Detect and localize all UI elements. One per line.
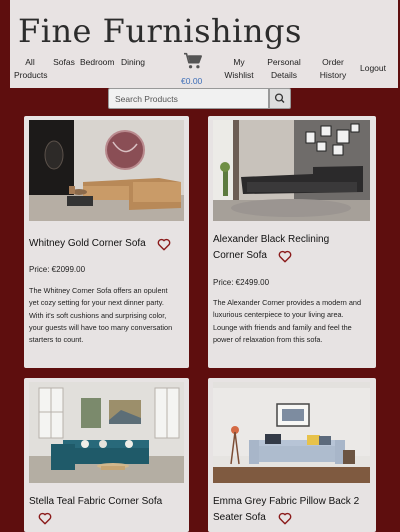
heart-outline-icon[interactable] [38, 512, 52, 525]
shopping-cart-icon [184, 52, 202, 69]
site-header: Fine Furnishings All Products Sofas Bedr… [10, 0, 398, 88]
cart-button[interactable] [182, 52, 204, 75]
nav-my-wishlist[interactable]: My Wishlist [223, 56, 255, 82]
main-nav: All Products Sofas Bedroom Dining My Wis… [10, 52, 398, 86]
heart-outline-icon[interactable] [278, 512, 292, 525]
search-bar [108, 88, 291, 109]
product-card: Whitney Gold Corner Sofa Price: €2099.00… [24, 116, 189, 368]
nav-order-history[interactable]: Order History [316, 56, 350, 82]
nav-dining[interactable]: Dining [119, 56, 147, 69]
site-logo[interactable]: Fine Furnishings [18, 12, 302, 50]
nav-all-products[interactable]: All Products [14, 56, 48, 82]
product-price: Price: €2499.00 [213, 278, 270, 287]
product-description: The Alexander Corner provides a modern a… [213, 298, 362, 344]
product-card: Alexander Black Reclining Corner Sofa Pr… [208, 116, 376, 368]
nav-logout[interactable]: Logout [357, 62, 389, 75]
search-button[interactable] [269, 88, 291, 109]
product-price: Price: €2099.00 [29, 265, 86, 274]
product-description: The Whitney Corner Sofa offers an opulen… [29, 286, 173, 345]
heart-outline-icon[interactable] [157, 238, 171, 251]
product-card: Emma Grey Fabric Pillow Back 2 Seater So… [208, 378, 376, 532]
cart-total[interactable]: €0.00 [181, 76, 202, 86]
heart-outline-icon[interactable] [278, 250, 292, 263]
product-title[interactable]: Whitney Gold Corner Sofa [29, 236, 146, 252]
product-image-whitney[interactable] [29, 120, 184, 221]
product-image-stella[interactable] [29, 382, 184, 483]
product-image-emma[interactable] [213, 382, 370, 483]
product-image-alexander[interactable] [213, 120, 370, 221]
nav-sofas[interactable]: Sofas [52, 56, 76, 69]
nav-bedroom[interactable]: Bedroom [80, 56, 115, 69]
product-title[interactable]: Emma Grey Fabric Pillow Back 2 Seater So… [213, 494, 373, 526]
search-input[interactable] [108, 88, 269, 109]
product-card: Stella Teal Fabric Corner Sofa [24, 378, 189, 532]
search-icon [274, 93, 285, 103]
product-title[interactable]: Stella Teal Fabric Corner Sofa [29, 494, 179, 510]
nav-personal-details[interactable]: Personal Details [265, 56, 303, 82]
